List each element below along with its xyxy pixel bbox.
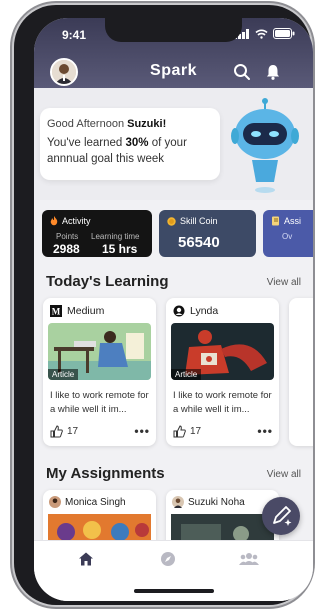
svg-text:M: M xyxy=(52,307,61,317)
assignee: Suzuki Noha xyxy=(172,496,245,508)
learning-time-label: Learning time xyxy=(91,232,140,241)
activity-title-label: Activity xyxy=(62,216,91,226)
greeting-card: Good Afternoon Suzuki! You've learned 30… xyxy=(40,108,220,180)
home-indicator[interactable] xyxy=(134,589,214,593)
greeting-text: Good Afternoon Suzuki! xyxy=(47,118,166,130)
assignee-name: Suzuki Noha xyxy=(188,496,245,508)
more-options-icon[interactable]: ••• xyxy=(257,424,273,438)
article-tag: Article xyxy=(171,369,202,380)
assignee-name: Monica Singh xyxy=(65,496,126,508)
article-tag: Article xyxy=(48,369,79,380)
card-footer: 17 ••• xyxy=(50,424,150,438)
assignments-stat-label: Assi xyxy=(284,216,302,226)
like-count: 17 xyxy=(67,425,79,437)
card-text: I like to work remote for a while well i… xyxy=(50,390,149,415)
activity-card[interactable]: Activity Points 2988 Learning time 15 hr… xyxy=(42,210,152,257)
stats-row: Activity Points 2988 Learning time 15 hr… xyxy=(42,210,313,257)
todays-learning-title: Today's Learning xyxy=(46,273,169,290)
card-source: Lynda xyxy=(173,305,218,317)
assignee-avatar xyxy=(49,496,61,508)
device-notch xyxy=(105,18,242,42)
system-icons xyxy=(234,28,295,39)
like-count: 17 xyxy=(190,425,202,437)
bottom-navigation xyxy=(34,540,313,601)
wifi-icon xyxy=(255,29,268,39)
flame-icon xyxy=(50,216,58,226)
my-assignments-view-all[interactable]: View all xyxy=(267,469,301,480)
robot-mascot-icon xyxy=(231,98,299,193)
skill-coin-title: Skill Coin xyxy=(167,216,218,226)
skill-coin-value: 56540 xyxy=(178,234,220,251)
points-label: Points xyxy=(56,232,79,241)
learning-card-lynda[interactable]: Lynda Article I like to work remote for … xyxy=(166,298,279,446)
assignments-stat-card[interactable]: Assi Ov xyxy=(263,210,313,257)
article-image[interactable]: Article xyxy=(171,323,274,380)
pen-sparkle-icon xyxy=(273,506,292,526)
phone-frame: 9:41 Spark Good Afternoon Suzuki! You've… xyxy=(14,5,313,605)
card-source-name: Medium xyxy=(67,305,105,317)
thumbs-up-icon[interactable] xyxy=(50,424,63,438)
people-icon[interactable] xyxy=(239,551,259,567)
card-footer: 17 ••• xyxy=(173,424,273,438)
medium-logo-icon: M xyxy=(50,305,62,317)
progress-prefix: You've learned xyxy=(47,137,123,149)
skill-coin-card[interactable]: Skill Coin 56540 xyxy=(159,210,256,257)
goal-progress-text: You've learned 30% of your annnual goal … xyxy=(47,135,213,167)
learning-card-medium[interactable]: M Medium Article I like to work remote f xyxy=(43,298,156,446)
search-icon[interactable] xyxy=(233,63,251,81)
todays-learning-view-all[interactable]: View all xyxy=(267,277,301,288)
my-assignments-title: My Assignments xyxy=(46,465,165,482)
assignee: Monica Singh xyxy=(49,496,126,508)
compass-icon[interactable] xyxy=(160,551,176,567)
assignee-avatar xyxy=(172,496,184,508)
learning-card-partial[interactable] xyxy=(289,298,313,446)
bell-icon[interactable] xyxy=(264,63,282,81)
app-screen: 9:41 Spark Good Afternoon Suzuki! You've… xyxy=(34,18,313,601)
home-icon[interactable] xyxy=(78,551,94,567)
skill-coin-label: Skill Coin xyxy=(180,216,218,226)
card-text: I like to work remote for a while well i… xyxy=(173,390,272,415)
more-options-icon[interactable]: ••• xyxy=(134,424,150,438)
compose-fab[interactable] xyxy=(262,497,300,535)
progress-percent: 30% xyxy=(125,137,149,149)
assignments-stat-title: Assi xyxy=(271,216,301,226)
battery-icon xyxy=(273,28,295,39)
notebook-icon xyxy=(272,216,279,226)
greeting-salutation: Good Afternoon xyxy=(47,118,125,130)
card-source-name: Lynda xyxy=(190,305,219,317)
greeting-user-name: Suzuki! xyxy=(127,118,167,130)
coin-icon xyxy=(167,216,176,226)
card-source: M Medium xyxy=(50,305,104,317)
lynda-logo-icon xyxy=(173,305,185,317)
assignments-stat-sub: Ov xyxy=(282,232,293,241)
article-image[interactable]: Article xyxy=(48,323,151,380)
points-value: 2988 xyxy=(53,242,80,256)
status-time: 9:41 xyxy=(62,28,87,42)
learning-time-value: 15 hrs xyxy=(102,242,138,256)
thumbs-up-icon[interactable] xyxy=(173,424,186,438)
activity-title: Activity xyxy=(50,216,91,226)
